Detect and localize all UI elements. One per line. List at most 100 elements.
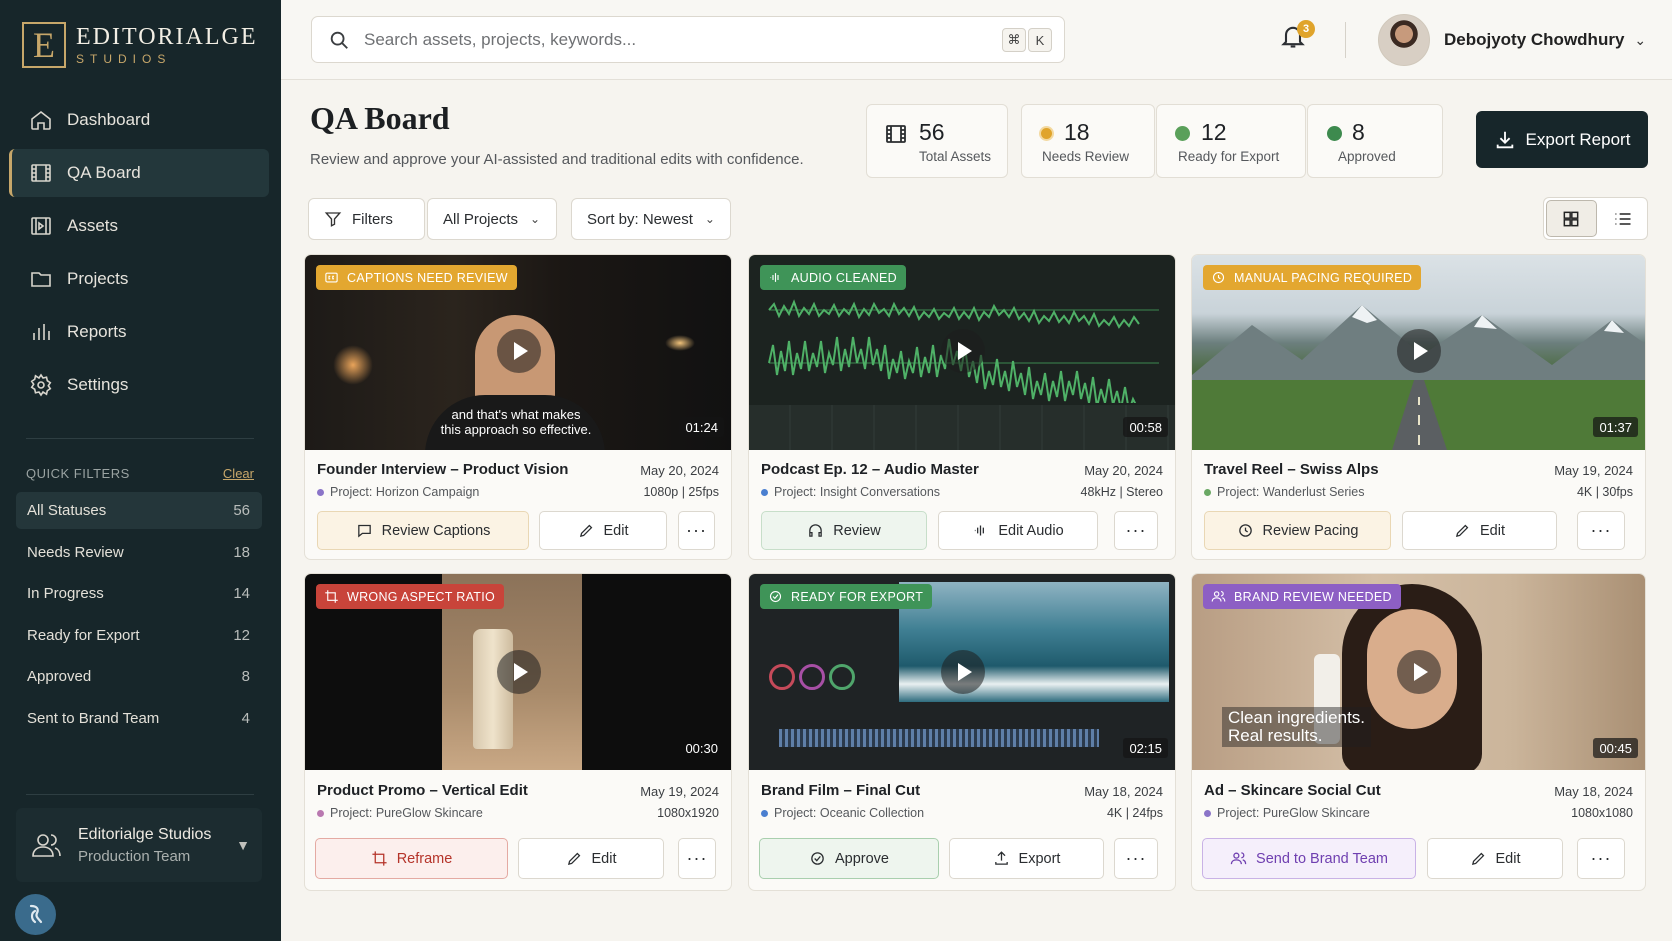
asset-card[interactable]: AUDIO CLEANED 00:58 Podcast Ep. 12 – Aud…	[748, 254, 1176, 560]
filter-icon	[324, 212, 342, 227]
card-meta: 4K | 24fps	[1106, 806, 1163, 820]
search-input[interactable]	[364, 29, 964, 50]
button-label: Review	[833, 522, 881, 539]
film-strip-icon	[31, 217, 51, 235]
sidebar-item-reports[interactable]: Reports	[9, 308, 269, 356]
edit-button[interactable]: Edit	[1427, 838, 1563, 879]
card-title: Founder Interview – Product Vision	[317, 461, 569, 478]
edit-button[interactable]: Edit	[539, 511, 667, 550]
asset-card[interactable]: BRAND REVIEW NEEDED Clean ingredients. R…	[1191, 573, 1646, 891]
edit-button[interactable]: Edit	[518, 838, 664, 879]
stat-value: 56	[919, 119, 945, 145]
ad-text-overlay: Clean ingredients. Real results.	[1222, 707, 1372, 747]
project-dot	[317, 488, 324, 496]
edit-audio-button[interactable]: Edit Audio	[938, 511, 1098, 550]
play-icon[interactable]	[941, 329, 985, 373]
review-button[interactable]: Review	[761, 511, 927, 550]
waveform-icon	[975, 525, 985, 536]
duration-badge: 02:15	[1123, 738, 1168, 758]
chevron-down-icon: ⌄	[1634, 31, 1647, 48]
project-select[interactable]: All Projects ⌄	[427, 198, 557, 240]
video-thumbnail[interactable]: READY FOR EXPORT 02:15	[749, 574, 1175, 770]
more-options-button[interactable]: ···	[678, 838, 716, 879]
sidebar-item-settings[interactable]: Settings	[9, 361, 269, 409]
team-subtitle: Production Team	[78, 847, 191, 865]
team-switcher[interactable]: Editorialge Studios Production Team ▼	[16, 808, 262, 882]
stat-value: 8	[1352, 119, 1365, 145]
video-thumbnail[interactable]: CAPTIONS NEED REVIEW and that's what mak…	[305, 255, 731, 450]
grid-view-button[interactable]	[1546, 200, 1597, 237]
reframe-button[interactable]: Reframe	[315, 838, 508, 879]
status-badge: CAPTIONS NEED REVIEW	[316, 265, 517, 290]
more-options-button[interactable]: ···	[678, 511, 715, 550]
sidebar-item-label: Assets	[67, 216, 119, 235]
duration-badge: 00:58	[1123, 417, 1168, 437]
clock-icon	[1238, 524, 1252, 537]
user-menu[interactable]: Debojyoty Chowdhury ⌄	[1378, 14, 1646, 66]
quick-filter-in-progress[interactable]: In Progress 14	[16, 575, 262, 612]
quick-filter-ready-for-export[interactable]: Ready for Export 12	[16, 617, 262, 654]
quick-filter-approved[interactable]: Approved 8	[16, 658, 262, 695]
more-options-button[interactable]: ···	[1577, 838, 1625, 879]
crop-icon	[372, 851, 387, 866]
sidebar-item-assets[interactable]: Assets	[9, 202, 269, 250]
team-icon	[32, 834, 61, 857]
play-icon[interactable]	[1397, 650, 1441, 694]
film-icon	[886, 125, 906, 143]
pencil-icon	[567, 852, 580, 866]
quick-filter-all-statuses[interactable]: All Statuses 56	[16, 492, 262, 529]
card-project: Project: Horizon Campaign	[317, 485, 479, 499]
bar-chart-icon	[33, 324, 50, 340]
button-label: Reframe	[396, 850, 453, 867]
more-options-button[interactable]: ···	[1114, 511, 1158, 550]
filters-label: Filters	[352, 210, 393, 228]
notifications-button[interactable]: 3	[1279, 20, 1315, 58]
sidebar-item-dashboard[interactable]: Dashboard	[9, 96, 269, 144]
asset-card[interactable]: CAPTIONS NEED REVIEW and that's what mak…	[304, 254, 732, 560]
asset-card[interactable]: READY FOR EXPORT 02:15 Brand Film – Fina…	[748, 573, 1176, 891]
asset-card[interactable]: MANUAL PACING REQUIRED 01:37 Travel Reel…	[1191, 254, 1646, 560]
video-thumbnail[interactable]: BRAND REVIEW NEEDED Clean ingredients. R…	[1192, 574, 1645, 770]
filter-label: In Progress	[27, 585, 104, 602]
review-pacing-button[interactable]: Review Pacing	[1204, 511, 1391, 550]
quick-filters-clear-link[interactable]: Clear	[223, 466, 254, 481]
play-icon[interactable]	[497, 650, 541, 694]
search-bar[interactable]: ⌘ K	[311, 16, 1065, 63]
list-view-button[interactable]	[1599, 198, 1648, 239]
gear-icon	[30, 373, 52, 397]
status-badge-label: BRAND REVIEW NEEDED	[1234, 589, 1392, 604]
quick-filter-needs-review[interactable]: Needs Review 18	[16, 534, 262, 571]
more-options-button[interactable]: ···	[1577, 511, 1625, 550]
video-thumbnail[interactable]: AUDIO CLEANED 00:58	[749, 255, 1175, 450]
filter-count: 14	[233, 585, 250, 602]
chevron-down-icon: ⌄	[704, 212, 715, 226]
export-button[interactable]: Export	[949, 838, 1104, 879]
send-to-brand-team-button[interactable]: Send to Brand Team	[1202, 838, 1416, 879]
search-shortcut: ⌘ K	[1002, 28, 1052, 52]
sort-select[interactable]: Sort by: Newest ⌄	[571, 198, 731, 240]
sidebar-item-qa-board[interactable]: QA Board	[9, 149, 269, 197]
asset-card[interactable]: WRONG ASPECT RATIO 00:30 Product Promo –…	[304, 573, 732, 891]
play-icon[interactable]	[941, 650, 985, 694]
project-name: Project: PureGlow Skincare	[1217, 806, 1370, 820]
edit-button[interactable]: Edit	[1402, 511, 1557, 550]
sidebar-item-label: Projects	[67, 269, 129, 288]
quick-filter-sent-to-brand-team[interactable]: Sent to Brand Team 4	[16, 700, 262, 737]
play-icon[interactable]	[497, 329, 541, 373]
status-dot	[1175, 126, 1190, 141]
filters-button[interactable]: Filters	[308, 198, 425, 240]
sidebar-item-projects[interactable]: Projects	[9, 255, 269, 303]
button-label: Send to Brand Team	[1256, 850, 1388, 867]
crop-icon	[325, 590, 338, 603]
video-thumbnail[interactable]: MANUAL PACING REQUIRED 01:37	[1192, 255, 1645, 450]
video-thumbnail[interactable]: WRONG ASPECT RATIO 00:30	[305, 574, 731, 770]
more-options-button[interactable]: ···	[1114, 838, 1158, 879]
filter-count: 12	[233, 626, 250, 644]
assistant-button[interactable]	[15, 894, 56, 935]
export-report-button[interactable]: Export Report	[1476, 111, 1648, 168]
status-badge-label: READY FOR EXPORT	[791, 589, 924, 604]
brand-logo[interactable]: E EDITORIALGE STUDIOS	[22, 22, 258, 68]
approve-button[interactable]: Approve	[759, 838, 939, 879]
review-captions-button[interactable]: Review Captions	[317, 511, 529, 550]
play-icon[interactable]	[1397, 329, 1441, 373]
